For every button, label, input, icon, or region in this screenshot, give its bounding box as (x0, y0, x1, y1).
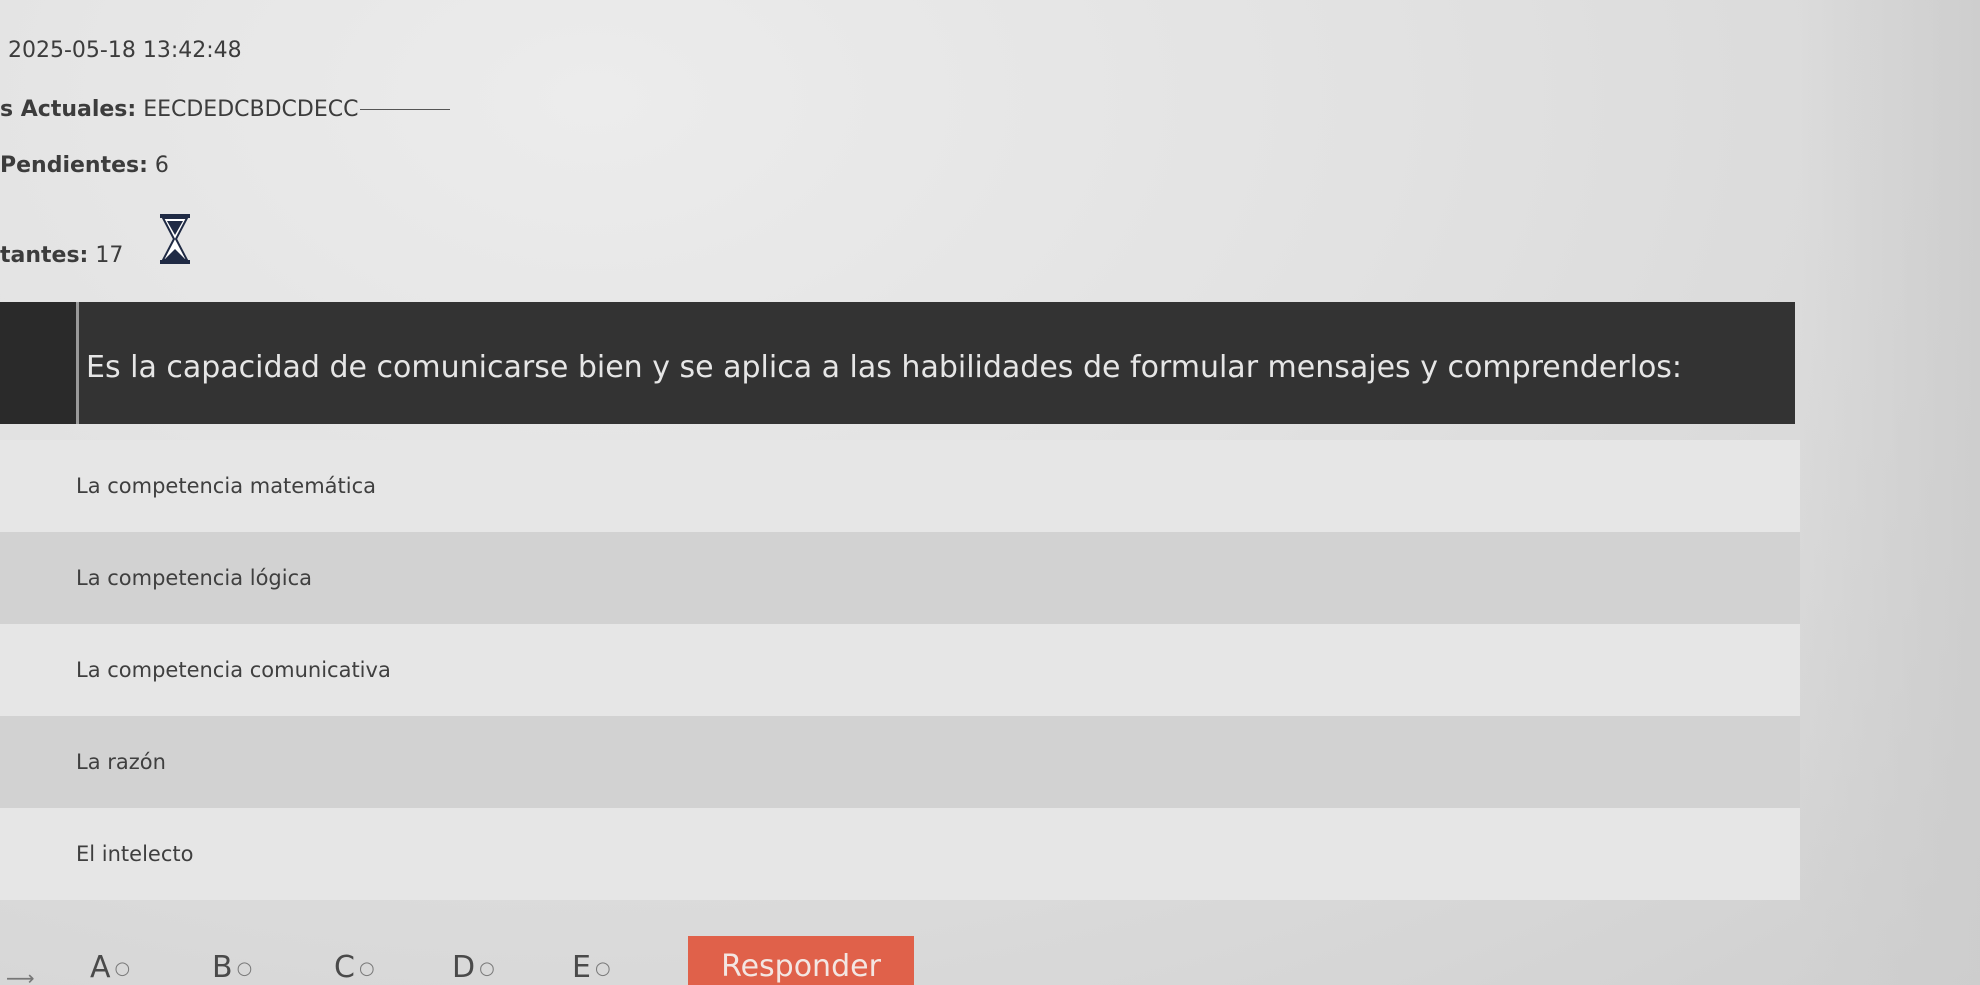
options-list: La competencia matemática La competencia… (0, 440, 1800, 900)
radio-circle-icon: ○ (358, 958, 375, 979)
option-c-text: La competencia comunicativa (76, 658, 391, 682)
choice-b-label: B (212, 950, 233, 985)
option-b[interactable]: La competencia lógica (0, 532, 1800, 624)
choice-a-radio[interactable]: A ○ (90, 950, 130, 985)
radio-circle-icon: ○ (236, 958, 253, 979)
choice-d-radio[interactable]: D ○ (452, 950, 495, 985)
choice-c-label: C (334, 950, 355, 985)
radio-circle-icon: ○ (594, 958, 611, 979)
pending-value: 6 (154, 153, 169, 178)
current-answers-label: s Actuales: (0, 97, 137, 122)
question-banner: Es la capacidad de comunicarse bien y se… (0, 302, 1795, 424)
option-a-text: La competencia matemática (76, 474, 377, 498)
remaining-value: 17 (95, 243, 124, 268)
pending-label: Pendientes: (0, 153, 148, 178)
current-answers-line: s Actuales: EECDEDCBDCDECC (0, 97, 451, 122)
question-accent-bar (0, 302, 79, 424)
choice-d-label: D (452, 950, 476, 985)
pending-line: Pendientes: 6 (0, 153, 169, 178)
option-b-text: La competencia lógica (76, 566, 312, 590)
quiz-screen: 2025-05-18 13:42:48 s Actuales: EECDEDCB… (0, 0, 1980, 985)
option-d-text: La razón (76, 750, 166, 774)
current-answers-value: EECDEDCBDCDECC (143, 97, 359, 122)
datetime-label: 2025-05-18 13:42:48 (8, 38, 242, 63)
choice-e-radio[interactable]: E ○ (572, 950, 611, 985)
choice-c-radio[interactable]: C ○ (334, 950, 375, 985)
question-text: Es la capacidad de comunicarse bien y se… (86, 350, 1683, 385)
choice-b-radio[interactable]: B ○ (212, 950, 252, 985)
option-e[interactable]: El intelecto (0, 808, 1800, 900)
underline-blank (360, 97, 451, 110)
radio-circle-icon: ○ (114, 958, 131, 979)
choice-e-label: E (572, 950, 591, 985)
remaining-label: tantes: (0, 243, 89, 268)
submit-button[interactable]: Responder (688, 936, 914, 985)
answer-bar: ⟶ A ○ B ○ C ○ D ○ E ○ Responder (0, 930, 1980, 985)
option-c[interactable]: La competencia comunicativa (0, 624, 1800, 716)
screen-glare (1800, 0, 1980, 985)
option-e-text: El intelecto (76, 842, 194, 866)
remaining-line: tantes: 17 (0, 243, 123, 268)
arrow-icon: ⟶ (6, 966, 35, 985)
hourglass-icon (160, 214, 190, 264)
radio-circle-icon: ○ (479, 958, 495, 979)
option-d[interactable]: La razón (0, 716, 1800, 808)
option-a[interactable]: La competencia matemática (0, 440, 1800, 532)
choice-a-label: A (90, 950, 111, 985)
